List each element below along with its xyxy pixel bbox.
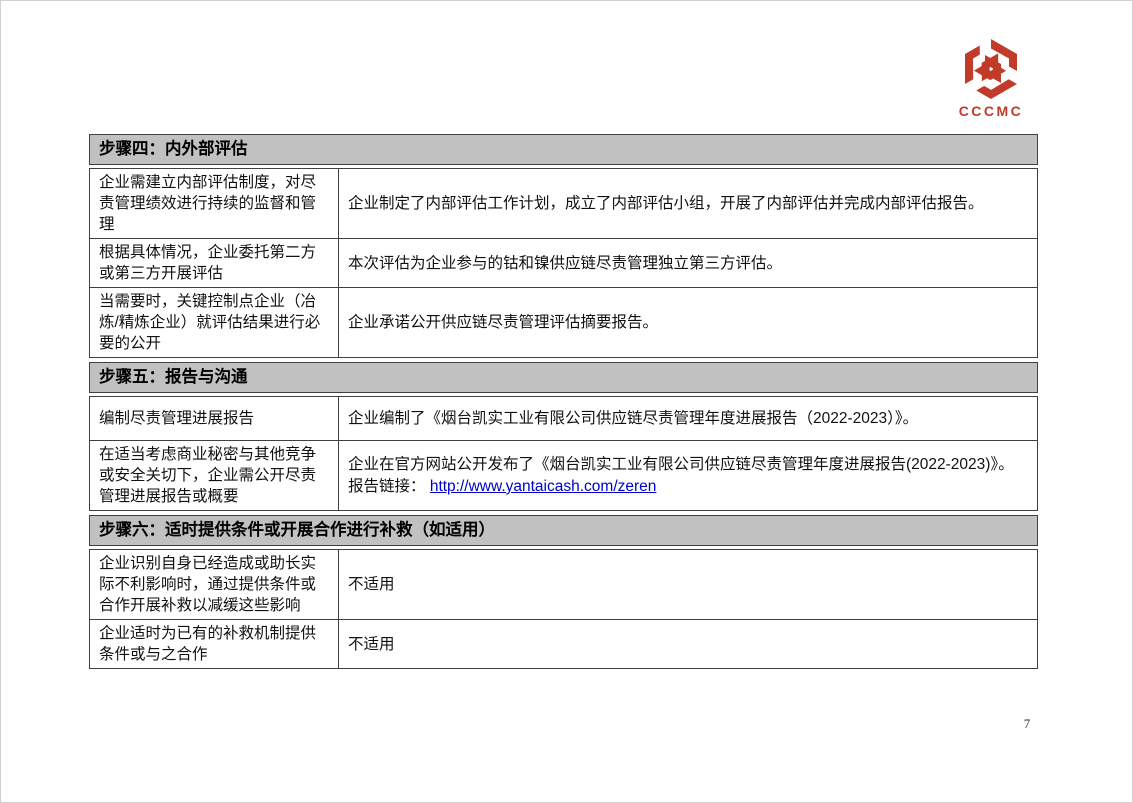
response-cell: 不适用 <box>339 620 1038 669</box>
page-number: 7 <box>1015 716 1039 732</box>
step6-table: 企业识别自身已经造成或助长实际不利影响时，通过提供条件或合作开展补救以减缓这些影… <box>89 549 1038 669</box>
requirement-cell: 在适当考虑商业秘密与其他竞争或安全关切下，企业需公开尽责管理进展报告或概要 <box>90 441 339 511</box>
response-cell: 本次评估为企业参与的钴和镍供应链尽责管理独立第三方评估。 <box>339 239 1038 288</box>
response-cell: 企业承诺公开供应链尽责管理评估摘要报告。 <box>339 288 1038 358</box>
table-row: 企业适时为已有的补救机制提供条件或与之合作 不适用 <box>90 620 1038 669</box>
table-row: 编制尽责管理进展报告 企业编制了《烟台凯实工业有限公司供应链尽责管理年度进展报告… <box>90 397 1038 441</box>
requirement-cell: 当需要时，关键控制点企业（冶炼/精炼企业）就评估结果进行必要的公开 <box>90 288 339 358</box>
report-link[interactable]: http://www.yantaicash.com/zeren <box>430 478 657 495</box>
response-cell: 不适用 <box>339 550 1038 620</box>
report-link-line: 报告链接： http://www.yantaicash.com/zeren <box>348 476 1028 497</box>
report-link-label: 报告链接： <box>348 478 426 495</box>
response-cell: 企业制定了内部评估工作计划，成立了内部评估小组，开展了内部评估并完成内部评估报告… <box>339 169 1038 239</box>
step5-table: 编制尽责管理进展报告 企业编制了《烟台凯实工业有限公司供应链尽责管理年度进展报告… <box>89 396 1038 511</box>
section-header-step5: 步骤五：报告与沟通 <box>89 362 1038 393</box>
table-row: 在适当考虑商业秘密与其他竞争或安全关切下，企业需公开尽责管理进展报告或概要 企业… <box>90 441 1038 511</box>
response-cell: 企业编制了《烟台凯实工业有限公司供应链尽责管理年度进展报告（2022-2023）… <box>339 397 1038 441</box>
cccmc-logo-icon <box>954 36 1028 102</box>
document-page: { "logo": { "text": "CCCMC", "icon": "cc… <box>0 0 1133 803</box>
due-diligence-report-body: 步骤四：内外部评估 企业需建立内部评估制度，对尽责管理绩效进行持续的监督和管理 … <box>89 134 1038 673</box>
step4-table: 企业需建立内部评估制度，对尽责管理绩效进行持续的监督和管理 企业制定了内部评估工… <box>89 168 1038 358</box>
table-row: 企业需建立内部评估制度，对尽责管理绩效进行持续的监督和管理 企业制定了内部评估工… <box>90 169 1038 239</box>
response-cell: 企业在官方网站公开发布了《烟台凯实工业有限公司供应链尽责管理年度进展报告(202… <box>339 441 1038 511</box>
requirement-cell: 企业需建立内部评估制度，对尽责管理绩效进行持续的监督和管理 <box>90 169 339 239</box>
cccmc-logo: CCCMC <box>947 36 1035 119</box>
table-row: 当需要时，关键控制点企业（冶炼/精炼企业）就评估结果进行必要的公开 企业承诺公开… <box>90 288 1038 358</box>
table-row: 根据具体情况，企业委托第二方或第三方开展评估 本次评估为企业参与的钴和镍供应链尽… <box>90 239 1038 288</box>
section-header-step4: 步骤四：内外部评估 <box>89 134 1038 165</box>
requirement-cell: 企业适时为已有的补救机制提供条件或与之合作 <box>90 620 339 669</box>
requirement-cell: 编制尽责管理进展报告 <box>90 397 339 441</box>
section-header-step6: 步骤六：适时提供条件或开展合作进行补救（如适用） <box>89 515 1038 546</box>
requirement-cell: 企业识别自身已经造成或助长实际不利影响时，通过提供条件或合作开展补救以减缓这些影… <box>90 550 339 620</box>
response-text: 企业在官方网站公开发布了《烟台凯实工业有限公司供应链尽责管理年度进展报告(202… <box>348 454 1028 475</box>
table-row: 企业识别自身已经造成或助长实际不利影响时，通过提供条件或合作开展补救以减缓这些影… <box>90 550 1038 620</box>
cccmc-logo-text: CCCMC <box>947 103 1035 119</box>
requirement-cell: 根据具体情况，企业委托第二方或第三方开展评估 <box>90 239 339 288</box>
